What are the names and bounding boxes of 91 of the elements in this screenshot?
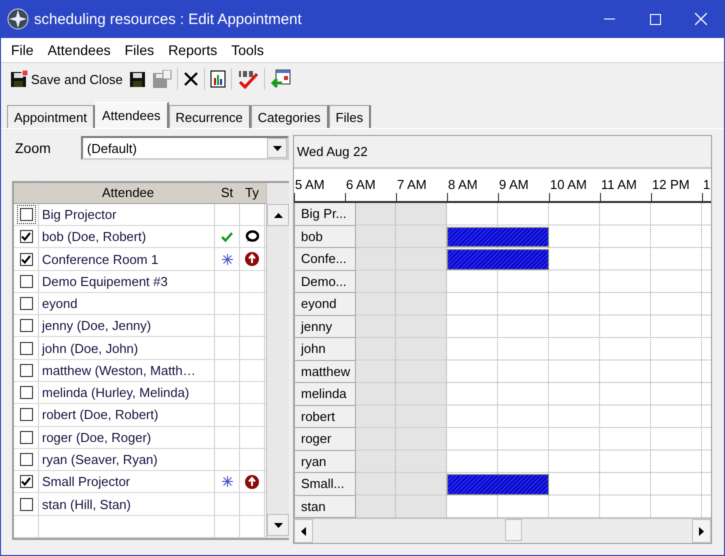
vertical-scrollbar[interactable] <box>266 183 289 538</box>
column-header: Attendee <box>39 183 215 203</box>
resource-label: bob <box>294 226 356 248</box>
resource-label: stan <box>294 496 356 518</box>
hour-label: 1 <box>703 177 710 192</box>
attendee-name: jenny (Doe, Jenny) <box>39 315 215 336</box>
attendee-name: Demo Equipement #3 <box>39 270 215 292</box>
tab[interactable]: Files <box>328 105 372 128</box>
tab[interactable]: Recurrence <box>168 105 251 128</box>
scroll-down-icon[interactable] <box>274 522 282 528</box>
import-icon <box>270 69 292 89</box>
close-icon[interactable] <box>695 13 707 25</box>
scrollbar-thumb[interactable] <box>505 519 522 541</box>
tab[interactable]: Attendees <box>95 102 169 128</box>
checkbox[interactable] <box>20 252 32 266</box>
resource-label: matthew <box>294 360 356 383</box>
dropdown-caret-icon <box>272 146 282 150</box>
checkbox[interactable] <box>20 430 32 444</box>
horizontal-scrollbar[interactable] <box>294 518 711 543</box>
save-and-close-button[interactable]: Save and Close <box>7 67 126 91</box>
spell-check-icon <box>236 69 259 89</box>
checkbox[interactable] <box>20 475 32 488</box>
attendee-name: eyond <box>39 292 215 314</box>
minimize-icon[interactable] <box>604 18 614 20</box>
column-header: Ty <box>240 183 265 203</box>
hour-label: 5 AM <box>295 177 325 192</box>
hour-label: 7 AM <box>397 177 427 192</box>
resource-label: ryan <box>294 450 356 473</box>
checkbox[interactable] <box>20 386 32 400</box>
resource-label: jenny <box>294 316 356 338</box>
delete-icon <box>182 71 199 87</box>
zoom-label: Zoom <box>14 140 52 156</box>
attendee-name: Small Projector <box>39 471 215 492</box>
tab[interactable]: Appointment <box>7 105 95 128</box>
menu-item[interactable]: Attendees <box>40 42 118 58</box>
attendee-name: bob (Doe, Robert) <box>39 226 215 248</box>
checkmark-icon <box>21 232 31 242</box>
resource-label: Small... <box>294 473 356 496</box>
menu-item[interactable]: Files <box>118 42 162 58</box>
checkbox[interactable] <box>20 498 32 511</box>
hour-label: 8 AM <box>448 177 478 192</box>
checkmark-icon <box>21 254 31 264</box>
save-copy-icon <box>152 70 172 88</box>
resource-label: Confe... <box>294 248 356 270</box>
checkbox[interactable] <box>20 319 32 332</box>
attendee-name: Big Projector <box>39 204 215 226</box>
checkbox[interactable] <box>20 274 32 288</box>
date-header: Wed Aug 22 <box>294 136 711 170</box>
checkbox[interactable] <box>20 364 32 377</box>
resource-label: melinda <box>294 383 356 406</box>
menu-item[interactable]: File <box>4 42 41 58</box>
compass-icon <box>7 8 29 30</box>
column-header: St <box>215 183 240 203</box>
hour-label: 10 AM <box>550 177 587 192</box>
attendee-name: john (Doe, John) <box>39 337 215 359</box>
tab[interactable]: Categories <box>250 105 329 128</box>
hour-label: 12 PM <box>652 177 690 192</box>
checkbox[interactable] <box>20 208 32 221</box>
maximize-icon[interactable] <box>650 14 660 24</box>
hour-label: 9 AM <box>499 177 529 192</box>
resource-label: robert <box>294 406 356 428</box>
bar-chart-icon <box>210 70 226 88</box>
checkbox[interactable] <box>20 453 32 466</box>
scroll-right-icon[interactable] <box>699 526 704 536</box>
save-close-icon <box>10 70 28 88</box>
attendee-name: matthew (Weston, Matth… <box>39 360 215 382</box>
resource-label: Big Pr... <box>294 203 356 226</box>
hour-label: 11 AM <box>601 177 637 192</box>
checkbox[interactable] <box>20 297 32 310</box>
scroll-up-icon[interactable] <box>274 212 282 218</box>
resource-label: Demo... <box>294 270 356 293</box>
menu-item[interactable]: Reports <box>161 42 224 58</box>
menu-item[interactable]: Tools <box>224 42 271 58</box>
scroll-left-icon[interactable] <box>301 526 306 536</box>
resource-label: roger <box>294 428 356 450</box>
attendee-name: robert (Doe, Robert) <box>39 404 215 426</box>
window-title: scheduling resources : Edit Appointment <box>34 10 303 28</box>
attendee-name: ryan (Seaver, Ryan) <box>39 448 215 470</box>
checkbox[interactable] <box>20 408 32 422</box>
checkbox[interactable] <box>20 230 32 244</box>
attendee-name: Conference Room 1 <box>39 248 215 270</box>
resource-label: eyond <box>294 293 356 316</box>
save-icon <box>128 70 146 88</box>
zoom-dropdown[interactable]: (Default) <box>81 136 289 160</box>
resource-label: john <box>294 338 356 360</box>
hour-label: 6 AM <box>346 177 376 192</box>
attendee-name: stan (Hill, Stan) <box>39 493 215 515</box>
checkmark-icon <box>21 477 31 486</box>
attendee-name: melinda (Hurley, Melinda) <box>39 382 215 404</box>
attendee-name: roger (Doe, Roger) <box>39 426 215 448</box>
checkbox[interactable] <box>20 342 32 355</box>
